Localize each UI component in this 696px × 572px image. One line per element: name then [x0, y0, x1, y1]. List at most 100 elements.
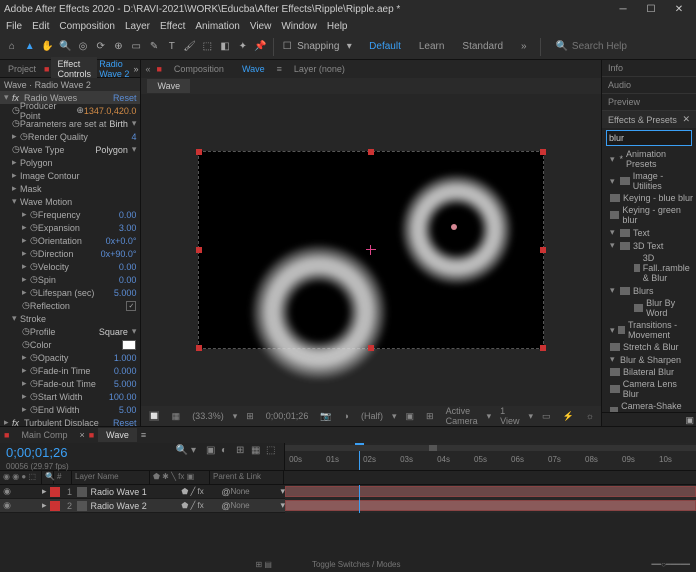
- tree-transitions[interactable]: Transitions - Movement: [628, 320, 694, 340]
- layer-duration-bar[interactable]: [285, 486, 696, 497]
- timecode-display[interactable]: 0;00;01;26: [263, 411, 312, 421]
- stopwatch-icon[interactable]: ◷: [20, 131, 28, 142]
- tree-item[interactable]: Camera-Shake Deblur: [621, 401, 694, 412]
- val-direction[interactable]: 0x+90.0°: [101, 249, 137, 259]
- snap-chevron-icon[interactable]: ▾: [341, 38, 357, 56]
- layer-name[interactable]: Radio Wave 1: [87, 487, 182, 497]
- layer-color-swatch[interactable]: [50, 501, 60, 511]
- tree-text[interactable]: Text: [633, 228, 650, 238]
- tree-keying-green[interactable]: Keying - green blur: [622, 205, 694, 225]
- val-render-quality[interactable]: 4: [131, 132, 136, 142]
- reflection-checkbox[interactable]: ✓: [126, 301, 136, 311]
- val-producer-point[interactable]: 1347.0,420.0: [84, 106, 137, 116]
- val-opacity[interactable]: 1.000: [114, 353, 137, 363]
- draft3d-icon[interactable]: ▦: [251, 445, 263, 457]
- snap-toggle-icon[interactable]: ☐: [279, 38, 295, 56]
- shy-icon[interactable]: ▾: [191, 445, 203, 457]
- parent-select[interactable]: None: [230, 501, 280, 510]
- alpha-icon[interactable]: ▦: [169, 411, 184, 422]
- orbit-tool-icon[interactable]: ◎: [75, 38, 91, 56]
- timeline-track-area[interactable]: [285, 485, 696, 513]
- menu-effect[interactable]: Effect: [160, 21, 185, 32]
- menu-edit[interactable]: Edit: [32, 21, 49, 32]
- stamp-tool-icon[interactable]: ⬚: [199, 38, 215, 56]
- time-ruler[interactable]: 00s 01s 02s 03s 04s 05s 06s 07s 08s 09s …: [285, 443, 696, 470]
- tab-comp-name[interactable]: Wave: [236, 62, 271, 76]
- menu-layer[interactable]: Layer: [125, 21, 150, 32]
- tree-3dtext[interactable]: 3D Text: [633, 241, 663, 251]
- val-params-at[interactable]: Birth: [109, 119, 128, 129]
- brush-tool-icon[interactable]: 🖌: [182, 38, 198, 56]
- menu-animation[interactable]: Animation: [195, 21, 239, 32]
- tree-image-utilities[interactable]: Image - Utilities: [633, 171, 694, 191]
- tree-blur-by-word[interactable]: Blur By Word: [646, 298, 694, 318]
- tab-project[interactable]: Project: [2, 62, 42, 76]
- layer-duration-bar[interactable]: [285, 500, 696, 511]
- layer-name[interactable]: Radio Wave 2: [87, 501, 182, 511]
- visibility-icon[interactable]: ◉: [0, 500, 14, 511]
- selection-handle[interactable]: [540, 345, 546, 351]
- snapping-label[interactable]: Snapping: [297, 41, 339, 52]
- val-orientation[interactable]: 0x+0.0°: [106, 236, 137, 246]
- frame-blend-icon[interactable]: ▣: [206, 445, 218, 457]
- tree-item[interactable]: Bilateral Blur: [623, 367, 674, 377]
- col-layer-name[interactable]: Layer Name: [72, 471, 150, 484]
- comp-nav-wave[interactable]: Wave: [147, 79, 190, 93]
- zoom-level[interactable]: (33.3%): [189, 411, 227, 421]
- anchor-icon[interactable]: [366, 245, 376, 255]
- layer-row[interactable]: ◉ ▸ 2 Radio Wave 2 ⬟ ╱ fx @ None▾: [0, 499, 285, 513]
- tab-wave-comp[interactable]: Wave: [98, 428, 137, 442]
- val-spin[interactable]: 0.00: [119, 275, 137, 285]
- panel-effects-presets[interactable]: Effects & Presets: [608, 115, 677, 125]
- parent-select[interactable]: None: [230, 487, 280, 496]
- val-lifespan[interactable]: 5.000: [114, 288, 137, 298]
- roto-tool-icon[interactable]: ✦: [235, 38, 251, 56]
- twirl-icon[interactable]: ▾: [12, 313, 20, 324]
- fast-preview-icon[interactable]: ⚡: [560, 411, 577, 422]
- zoom-slider[interactable]: ━━○━━━━━: [651, 560, 690, 569]
- view-select[interactable]: 1 View: [497, 406, 522, 426]
- tab-layer-none[interactable]: Layer (none): [288, 62, 351, 76]
- channel-icon[interactable]: ◑: [341, 411, 352, 421]
- pen-tool-icon[interactable]: ✎: [146, 38, 162, 56]
- val-frequency[interactable]: 0.00: [119, 210, 137, 220]
- val-wave-type[interactable]: Polygon: [95, 145, 128, 155]
- group-stroke[interactable]: Stroke: [20, 314, 46, 324]
- workspace-more[interactable]: »: [513, 39, 535, 54]
- group-polygon[interactable]: Polygon: [20, 158, 53, 168]
- home-icon[interactable]: ⌂: [4, 38, 20, 56]
- panel-audio[interactable]: Audio: [602, 77, 696, 94]
- resolution-select[interactable]: (Half): [358, 411, 386, 421]
- tab-layer-name[interactable]: Radio Wave 2: [99, 59, 131, 79]
- render-icon[interactable]: ⬚: [266, 445, 278, 457]
- pixel-aspect-icon[interactable]: ▭: [539, 411, 554, 422]
- menu-window[interactable]: Window: [281, 21, 317, 32]
- motion-blur-icon[interactable]: ◐: [221, 445, 233, 457]
- work-area-handle[interactable]: [429, 445, 437, 451]
- viewer[interactable]: [141, 94, 601, 406]
- zoom-tool-icon[interactable]: 🔍: [57, 38, 73, 56]
- close-button[interactable]: ✕: [666, 2, 692, 16]
- reset-link[interactable]: Reset: [113, 418, 137, 427]
- val-fadein[interactable]: 0.000: [114, 366, 137, 376]
- puppet-tool-icon[interactable]: 📌: [253, 38, 269, 56]
- val-fadeout[interactable]: 5.000: [114, 379, 137, 389]
- snapshot-icon[interactable]: 📷: [317, 411, 334, 422]
- selection-tool-icon[interactable]: ▲: [22, 38, 38, 56]
- expand-icon[interactable]: ⊞ ▤: [256, 560, 272, 569]
- hand-tool-icon[interactable]: ✋: [40, 38, 56, 56]
- magnify-icon[interactable]: 🔲: [145, 411, 162, 422]
- resolution-icon[interactable]: ⊞: [243, 411, 257, 422]
- grid-icon[interactable]: ⊞: [423, 411, 437, 422]
- pickwhip-icon[interactable]: @: [221, 487, 230, 497]
- stopwatch-icon[interactable]: ◷: [12, 105, 20, 116]
- selection-handle[interactable]: [368, 345, 374, 351]
- workspace-default[interactable]: Default: [361, 39, 409, 54]
- visibility-icon[interactable]: ◉: [0, 486, 14, 497]
- selection-handle[interactable]: [540, 149, 546, 155]
- val-velocity[interactable]: 0.00: [119, 262, 137, 272]
- val-endwidth[interactable]: 5.00: [119, 405, 137, 415]
- panel-info[interactable]: Info: [602, 60, 696, 77]
- val-startwidth[interactable]: 100.00: [109, 392, 137, 402]
- rotate-tool-icon[interactable]: ⟳: [93, 38, 109, 56]
